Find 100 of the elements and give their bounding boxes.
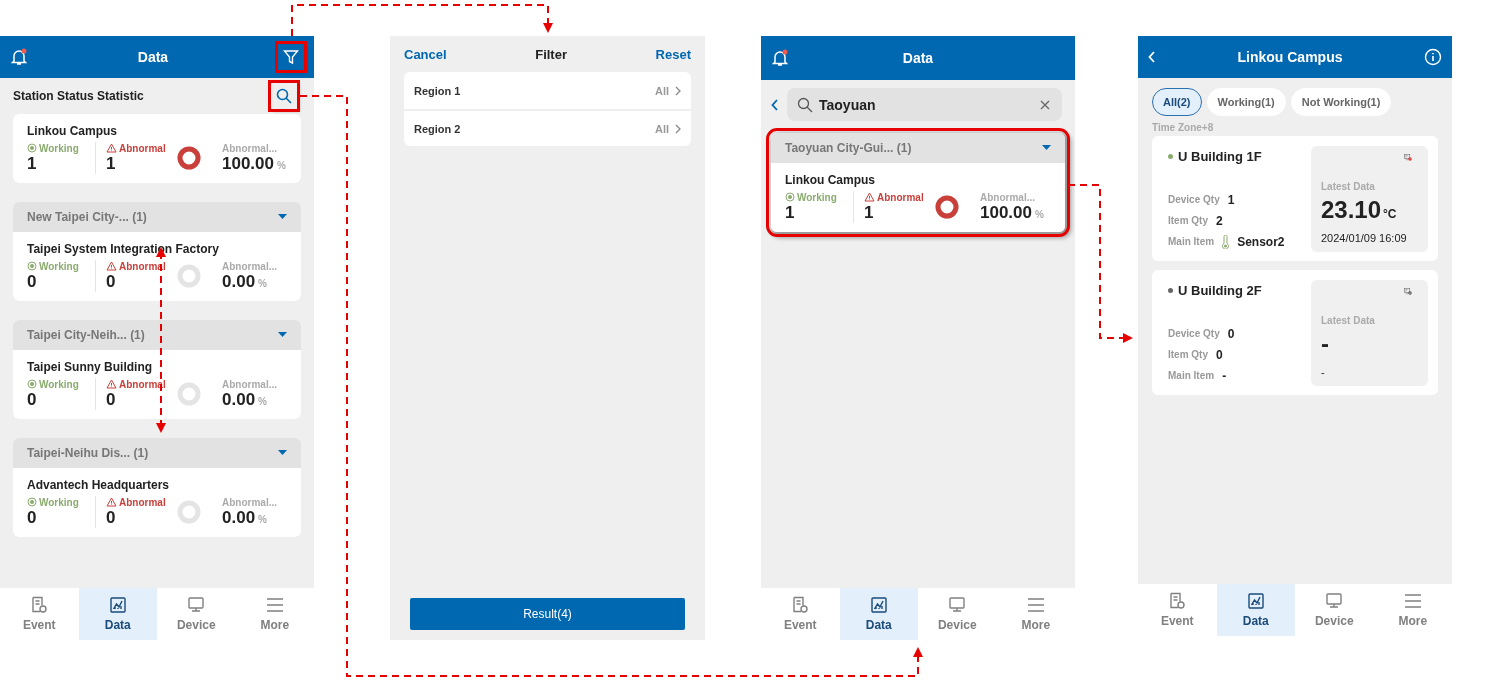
menu-icon (1026, 596, 1045, 614)
field-value: - (1222, 368, 1227, 383)
field-label: Device Qty (1168, 194, 1220, 205)
abnormal-rate: 100.00 % (222, 153, 287, 174)
working-count: 0 (27, 507, 38, 528)
filter-row[interactable]: Region 2 All (404, 109, 691, 146)
menu-icon (1403, 592, 1422, 610)
abnormal-count: 0 (106, 389, 117, 410)
close-icon[interactable] (1040, 99, 1050, 110)
bell-icon[interactable] (10, 48, 28, 66)
field-value: Sensor2 (1237, 234, 1285, 249)
warning-icon (106, 143, 117, 153)
station-name: Linkou Campus (27, 124, 118, 138)
signal-icon (785, 192, 795, 202)
building-name: U Building 2F (1178, 282, 1262, 298)
tab[interactable]: Data (78, 588, 157, 640)
caret-icon (278, 214, 287, 220)
filter-value: All (654, 84, 681, 97)
filter-label: Region 1 (414, 84, 461, 97)
search-icon (797, 96, 813, 113)
latest-time: 2024/01/09 16:09 (1321, 232, 1408, 244)
latest-time: - (1321, 366, 1326, 378)
filter-value: All (654, 122, 681, 135)
latest-value: 23.10°C (1321, 196, 1398, 224)
donut-icon (176, 145, 202, 171)
abnormal-label: Abnormal (106, 378, 176, 390)
building-card[interactable]: U Building 2F Device Qty 0 Item Qty 0 Main Item - Latest Data - - (1152, 270, 1438, 395)
rate-label: Abnormal... (222, 378, 278, 390)
back-icon[interactable] (771, 98, 779, 111)
donut-icon (176, 499, 202, 525)
chart-icon (108, 596, 127, 614)
monitor-icon (1325, 592, 1344, 610)
tab[interactable]: Data (839, 588, 918, 640)
cancel-button[interactable]: Cancel (404, 46, 447, 62)
bell-icon[interactable] (771, 49, 789, 67)
search-field[interactable]: Taoyuan (787, 88, 1062, 121)
result-button[interactable]: Result(4) (410, 598, 685, 630)
filter-chip[interactable]: Working(1) (1206, 88, 1286, 116)
abnormal-count: 0 (106, 507, 117, 528)
field-value: 0 (1227, 326, 1235, 341)
working-label: Working (27, 496, 95, 508)
field-label: Main Item (1168, 236, 1215, 247)
donut-icon (934, 194, 960, 220)
group-header[interactable]: Taoyuan City-Gui... (1) (771, 133, 1065, 163)
latest-data-label: Latest Data (1321, 181, 1376, 192)
working-count: 0 (27, 271, 38, 292)
latest-data-label: Latest Data (1321, 315, 1376, 326)
screen-title: Linkou Campus (1237, 49, 1343, 65)
group-header[interactable]: New Taipei City-... (1) (13, 202, 301, 232)
field-label: Item Qty (1168, 215, 1208, 226)
latest-value: - (1321, 330, 1330, 358)
document-icon (1168, 592, 1187, 610)
search-icon (276, 88, 292, 104)
field-value: 1 (1227, 192, 1235, 207)
field-label: Main Item (1168, 370, 1215, 381)
filter-icon (283, 49, 299, 65)
station-name: Advantech Headquarters (27, 478, 171, 492)
caret-icon (278, 332, 287, 338)
field-value: 2 (1216, 213, 1223, 228)
info-icon[interactable] (1424, 48, 1442, 66)
abnormal-rate: 0.00 % (222, 271, 268, 292)
abnormal-label: Abnormal (106, 142, 176, 154)
station-card[interactable]: Advantech Headquarters Working 0 Abnormal 0 Abnormal... 0.00 % (13, 468, 301, 537)
group-header[interactable]: Taipei-Neihu Dis... (1) (13, 438, 301, 468)
working-count: 1 (785, 202, 796, 223)
working-label: Working (27, 142, 95, 154)
warning-icon (106, 261, 117, 271)
filter-button[interactable] (278, 44, 304, 70)
reset-button[interactable]: Reset (655, 46, 691, 62)
monitor-icon (187, 596, 206, 614)
chart-icon (1246, 592, 1265, 610)
station-card[interactable]: Taipei Sunny Building Working 0 Abnormal 0 Abnormal... 0.00 % (13, 350, 301, 419)
document-icon (30, 596, 49, 614)
chevron-right-icon (675, 85, 681, 96)
working-label: Working (27, 260, 95, 272)
filter-chip[interactable]: Not Working(1) (1290, 88, 1392, 116)
station-card[interactable]: Linkou Campus Working 1 Abnormal 1 Abnormal... 100.00 % (771, 163, 1065, 232)
tab[interactable]: Data (1216, 584, 1295, 636)
filter-chip[interactable]: All(2) (1152, 88, 1202, 116)
field-label: Item Qty (1168, 349, 1208, 360)
search-button[interactable] (271, 83, 297, 109)
filter-row[interactable]: Region 1 All (404, 72, 691, 109)
warning-icon (106, 379, 117, 389)
group-title: Taipei City-Neih... (1) (27, 328, 145, 342)
building-name: U Building 1F (1178, 148, 1262, 164)
field-value: 0 (1216, 347, 1223, 362)
abnormal-rate: 0.00 % (222, 389, 268, 410)
working-count: 1 (27, 153, 38, 174)
donut-icon (176, 263, 202, 289)
group-header[interactable]: Taipei City-Neih... (1) (13, 320, 301, 350)
screen-title: Filter (535, 46, 567, 62)
building-card[interactable]: U Building 1F Device Qty 1 Item Qty 2 Main Item Sensor2 Latest Data 23.10°C 2024/01/09 16:09 (1152, 136, 1438, 261)
station-name: Taipei Sunny Building (27, 360, 154, 374)
station-name: Linkou Campus (785, 173, 876, 187)
abnormal-rate: 100.00 % (980, 202, 1045, 223)
section-title: Station Status Statistic (13, 89, 144, 103)
filter-label: Region 2 (414, 122, 461, 135)
station-card[interactable]: Linkou Campus Working 1 Abnormal 1 Abnormal... 100.00 % (13, 114, 301, 183)
caret-icon (1042, 145, 1051, 151)
warning-icon (864, 192, 875, 202)
